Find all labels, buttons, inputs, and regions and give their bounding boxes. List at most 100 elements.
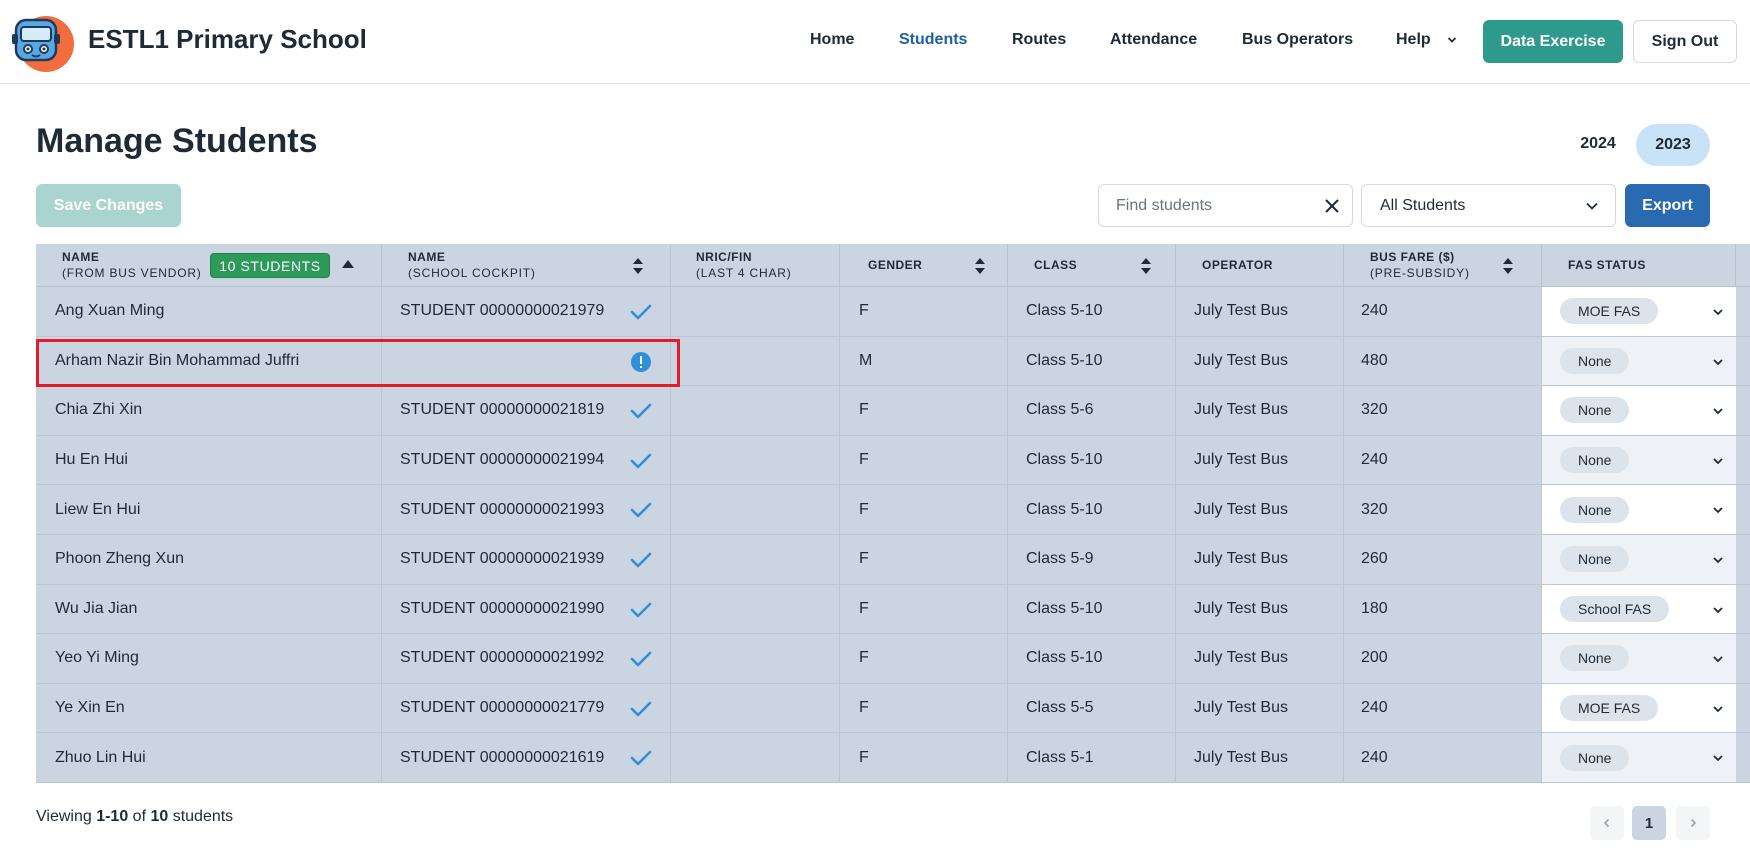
cell-cockpit-name[interactable]: STUDENT 00000000021779 <box>382 683 671 733</box>
cell-cockpit-name[interactable]: STUDENT 00000000021619 <box>382 733 671 782</box>
school-bus-logo-icon[interactable] <box>8 8 74 74</box>
checkmark-icon <box>630 751 652 766</box>
table-row[interactable]: Chia Zhi Xin STUDENT 00000000021819 F Class… <box>36 386 1750 436</box>
sort-asc-icon[interactable] <box>342 260 354 268</box>
sort-icon[interactable] <box>1502 254 1514 278</box>
cell-operator-text: July Test Bus <box>1194 302 1288 320</box>
cell-class-text: Class 5-10 <box>1026 649 1103 667</box>
cell-vendor-name-text: Wu Jia Jian <box>55 599 138 617</box>
col-name-vendor[interactable]: NAME (FROM BUS VENDOR) 10 STUDENTS <box>36 244 382 287</box>
cell-vendor-name: Yeo Yi Ming <box>36 634 382 683</box>
cell-gender: F <box>840 733 1008 782</box>
cell-operator: July Test Bus <box>1176 435 1344 485</box>
fas-status-pill: None <box>1560 397 1630 424</box>
cell-class-text: Class 5-10 <box>1026 500 1103 518</box>
nav-students[interactable]: Students <box>899 31 967 49</box>
fas-status-select[interactable]: MOE FAS <box>1542 683 1736 733</box>
year-tab-2024[interactable]: 2024 <box>1568 124 1628 164</box>
nav-routes[interactable]: Routes <box>1012 31 1066 49</box>
alert-icon[interactable] <box>630 351 652 373</box>
fas-status-select[interactable]: School FAS <box>1542 584 1736 634</box>
nav-bus-operators[interactable]: Bus Operators <box>1242 31 1353 49</box>
data-exercise-button[interactable]: Data Exercise <box>1483 20 1623 63</box>
student-filter-select[interactable]: All Students <box>1361 184 1616 227</box>
fas-status-select[interactable]: None <box>1542 485 1736 534</box>
cell-cockpit-name[interactable]: STUDENT 00000000021939 <box>382 534 671 584</box>
viewing-total: 10 <box>150 808 169 825</box>
fas-status-select[interactable]: MOE FAS <box>1542 287 1736 336</box>
col-nric: NRIC/FIN (LAST 4 CHAR) <box>671 244 840 287</box>
cell-cockpit-name[interactable]: STUDENT 00000000021990 <box>382 584 671 634</box>
cell-cockpit-name[interactable]: STUDENT 00000000021994 <box>382 435 671 485</box>
fas-status-select[interactable]: None <box>1542 336 1736 386</box>
cell-vendor-name-text: Liew En Hui <box>55 500 141 518</box>
table-row[interactable]: Arham Nazir Bin Mohammad Juffri M Class 5-… <box>36 336 1750 387</box>
fas-status-pill: MOE FAS <box>1560 298 1659 325</box>
cell-vendor-name: Arham Nazir Bin Mohammad Juffri <box>36 336 382 386</box>
chevron-down-icon <box>1713 458 1723 465</box>
cell-vendor-name: Liew En Hui <box>36 485 382 534</box>
student-filter-value: All Students <box>1380 197 1466 214</box>
save-changes-button[interactable]: Save Changes <box>36 184 181 227</box>
cell-fare-text: 200 <box>1361 649 1388 667</box>
fas-status-select[interactable]: None <box>1542 733 1736 782</box>
export-button[interactable]: Export <box>1625 184 1710 227</box>
col-gender[interactable]: GENDER <box>840 244 1008 287</box>
cell-class: Class 5-9 <box>1008 534 1176 584</box>
table-row[interactable]: Hu En Hui STUDENT 00000000021994 F Class 5-… <box>36 435 1750 486</box>
cell-fare: 200 <box>1344 634 1542 683</box>
cell-cockpit-name[interactable]: STUDENT 00000000021992 <box>382 634 671 683</box>
nav-home[interactable]: Home <box>810 31 854 49</box>
table-row[interactable]: Phoon Zheng Xun STUDENT 00000000021939 F Cl… <box>36 534 1750 585</box>
cell-gender-text: M <box>859 351 873 369</box>
chevron-right-icon <box>1690 818 1697 828</box>
table-row[interactable]: Ye Xin En STUDENT 00000000021779 F Class 5-… <box>36 683 1750 734</box>
cell-nric <box>671 336 840 386</box>
sign-out-button[interactable]: Sign Out <box>1633 20 1737 63</box>
cell-vendor-name: Ye Xin En <box>36 683 382 733</box>
cell-class: Class 5-10 <box>1008 634 1176 683</box>
table-row[interactable]: Zhuo Lin Hui STUDENT 00000000021619 F Class… <box>36 733 1750 783</box>
fas-status-select[interactable]: None <box>1542 634 1736 683</box>
fas-status-pill: None <box>1560 347 1630 374</box>
cell-cockpit-name-text: STUDENT 00000000021993 <box>400 500 605 518</box>
fas-status-select[interactable]: None <box>1542 386 1736 435</box>
cell-nric <box>671 634 840 683</box>
nav-help[interactable]: Help <box>1396 31 1457 49</box>
cell-gender-text: F <box>859 599 869 617</box>
sort-icon[interactable] <box>632 254 644 278</box>
next-page-button[interactable] <box>1676 806 1710 840</box>
year-tab-2023[interactable]: 2023 <box>1636 124 1710 166</box>
col-class[interactable]: CLASS <box>1008 244 1176 287</box>
table-row[interactable]: Yeo Yi Ming STUDENT 00000000021992 F Class … <box>36 634 1750 684</box>
fas-status-select[interactable]: None <box>1542 435 1736 485</box>
cell-cockpit-name[interactable]: STUDENT 00000000021993 <box>382 485 671 534</box>
cell-cockpit-name[interactable]: STUDENT 00000000021979 <box>382 287 671 336</box>
col-name-cockpit[interactable]: NAME (SCHOOL COCKPIT) <box>382 244 671 287</box>
school-name[interactable]: ESTL1 Primary School <box>88 24 367 55</box>
search-input[interactable] <box>1116 195 1306 217</box>
sort-icon[interactable] <box>974 254 986 278</box>
cell-fare: 240 <box>1344 683 1542 733</box>
table-row[interactable]: Wu Jia Jian STUDENT 00000000021990 F Class … <box>36 584 1750 635</box>
cell-fare-text: 240 <box>1361 748 1388 766</box>
nav-attendance[interactable]: Attendance <box>1110 31 1197 49</box>
close-icon[interactable] <box>1322 196 1342 216</box>
table-row[interactable]: Liew En Hui STUDENT 00000000021993 F Class … <box>36 485 1750 535</box>
prev-page-button[interactable] <box>1590 806 1624 840</box>
cell-cockpit-name[interactable] <box>382 336 671 386</box>
cell-cockpit-name[interactable]: STUDENT 00000000021819 <box>382 386 671 435</box>
cell-vendor-name: Phoon Zheng Xun <box>36 534 382 584</box>
cell-class-text: Class 5-10 <box>1026 451 1103 469</box>
cell-vendor-name: Hu En Hui <box>36 435 382 485</box>
fas-status-select[interactable]: None <box>1542 534 1736 584</box>
page-1-button[interactable]: 1 <box>1632 806 1666 840</box>
table-row[interactable]: Ang Xuan Ming STUDENT 00000000021979 F Clas… <box>36 287 1750 337</box>
cell-vendor-name-text: Hu En Hui <box>55 451 128 469</box>
col-fare[interactable]: BUS FARE ($) (PRE-SUBSIDY) <box>1344 244 1542 287</box>
cell-nric <box>671 584 840 634</box>
checkmark-icon <box>630 403 652 419</box>
cell-fare-text: 240 <box>1361 302 1388 320</box>
sort-icon[interactable] <box>1140 254 1152 278</box>
cell-vendor-name-text: Ang Xuan Ming <box>55 302 165 320</box>
